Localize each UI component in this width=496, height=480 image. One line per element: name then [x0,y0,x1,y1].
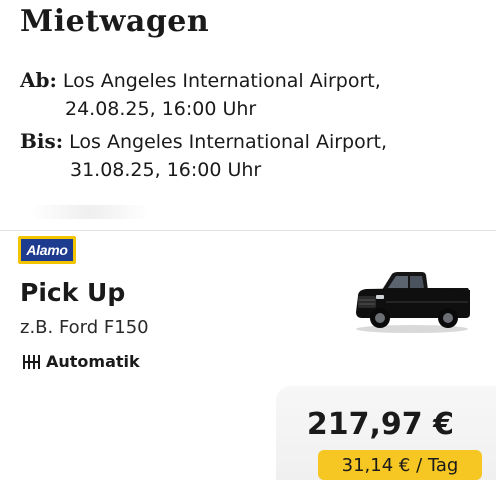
transmission-info: Automatik [22,352,140,371]
page-title: Mietwagen [20,4,210,39]
pickup-datetime: 24.08.25, 16:00 Uhr [65,98,257,120]
dropoff-location: Los Angeles International Airport, [69,131,388,153]
gearshift-icon [23,354,40,369]
pickup-info: Ab: Los Angeles International Airport, 24… [20,66,381,123]
vendor-logo-text: Alamo [21,239,73,261]
vendor-logo: Alamo [18,236,76,264]
car-image [356,272,470,333]
dropoff-datetime: 31.08.25, 16:00 Uhr [70,159,262,181]
price-total: 217,97 € [306,407,454,442]
dropoff-info: Bis: Los Angeles International Airport, 3… [20,127,387,184]
pickup-location: Los Angeles International Airport, [62,70,381,92]
faded-placeholder [30,205,150,219]
dropoff-label: Bis: [20,129,64,153]
car-example: z.B. Ford F150 [20,317,149,338]
price-per-day-badge: 31,14 € / Tag [318,450,482,480]
transmission-label: Automatik [46,352,140,371]
car-class: Pick Up [20,278,126,307]
section-divider [0,230,496,231]
pickup-label: Ab: [20,68,57,92]
